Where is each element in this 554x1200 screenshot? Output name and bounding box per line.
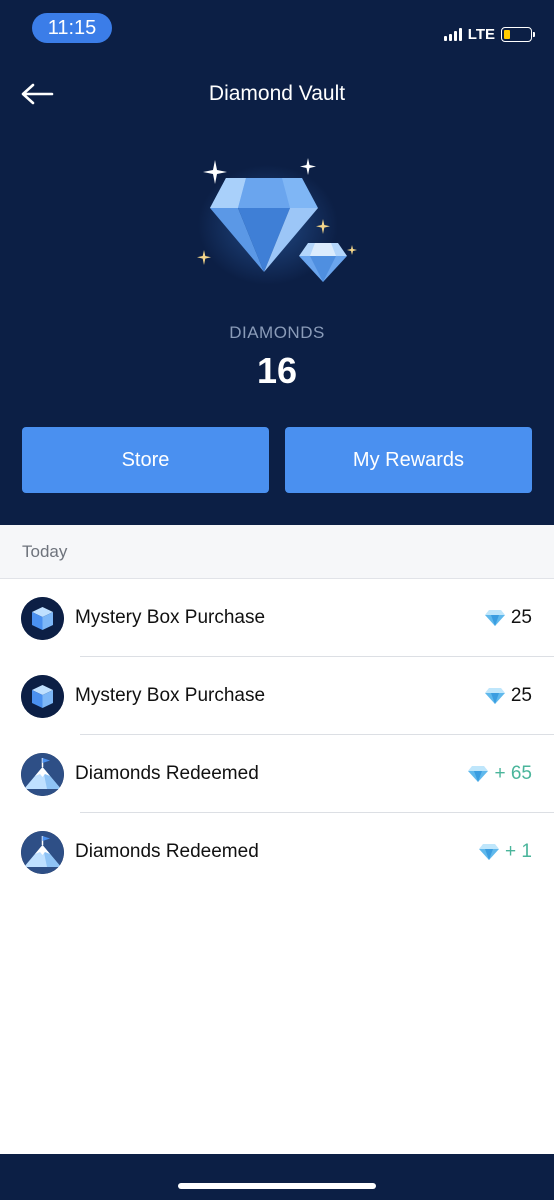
mountain-flag-icon <box>21 752 64 796</box>
history-row-amount-value: + 1 <box>505 841 532 862</box>
history-row-amount: 25 <box>484 685 532 707</box>
network-type: LTE <box>467 25 495 43</box>
status-time: 11:15 <box>32 13 112 43</box>
mountain-flag-icon <box>21 830 64 874</box>
mystery-box-icon <box>21 674 64 718</box>
mystery-box-icon <box>21 596 64 640</box>
history-row-amount-value: 25 <box>510 607 532 628</box>
page-title: Diamond Vault <box>208 82 346 105</box>
diamond-icon <box>484 688 505 704</box>
history-row[interactable]: Diamonds Redeemed + 65 <box>0 735 554 813</box>
my-rewards-button[interactable]: My Rewards <box>285 427 532 493</box>
diamond-icon <box>468 766 489 782</box>
history-row-label: Diamonds Redeemed <box>75 841 259 862</box>
history-row-label: Diamonds Redeemed <box>75 763 259 784</box>
battery-low-icon <box>501 26 535 42</box>
history-row-label: Mystery Box Purchase <box>75 607 266 628</box>
diamonds-sparkle-icon <box>197 158 357 285</box>
history-row-label: Mystery Box Purchase <box>75 685 266 706</box>
history-row-amount-value: 25 <box>510 685 532 706</box>
store-button[interactable]: Store <box>22 427 269 493</box>
history-row-amount: + 1 <box>478 841 532 863</box>
history-row-amount-value: + 65 <box>494 763 532 784</box>
signal-bars-icon <box>443 27 462 41</box>
history-row[interactable]: Mystery Box Purchase 25 <box>0 657 554 735</box>
diamond-icon <box>484 610 505 626</box>
history-row-amount: + 65 <box>467 763 532 785</box>
section-header-today: Today <box>0 525 554 579</box>
diamonds-count: 16 <box>256 350 298 391</box>
diamond-icon <box>479 844 500 860</box>
history-row[interactable]: Diamonds Redeemed + 1 <box>0 813 554 891</box>
bottom-bar <box>0 1154 554 1200</box>
history-row[interactable]: Mystery Box Purchase 25 <box>0 579 554 657</box>
history-row-amount: 25 <box>484 607 532 629</box>
diamonds-label: DIAMONDS <box>229 323 325 342</box>
home-indicator[interactable] <box>178 1183 376 1189</box>
header: 11:15 LTE Diamond Vault DIAMONDS 16 Stor… <box>0 0 554 525</box>
status-indicators: LTE <box>443 24 535 44</box>
